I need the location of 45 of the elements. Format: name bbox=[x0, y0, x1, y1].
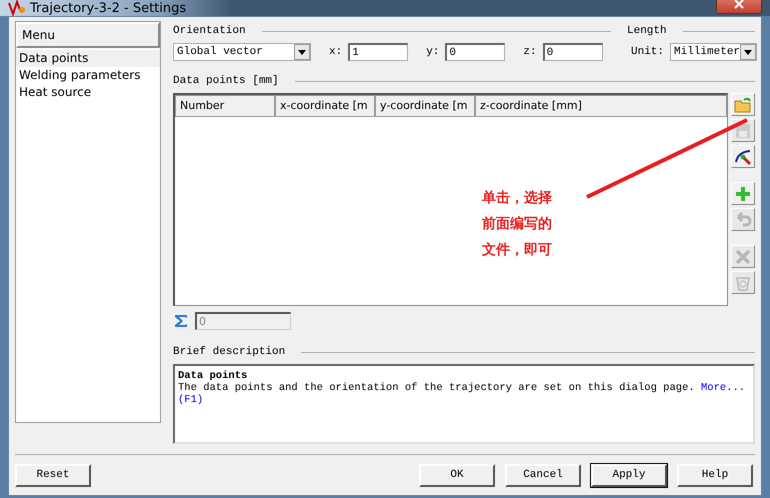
unit-dropdown[interactable]: Millimeter bbox=[670, 43, 758, 61]
delete-icon bbox=[734, 248, 752, 266]
dialog-button[interactable]: OK bbox=[419, 464, 495, 486]
coordinate-field[interactable]: 1 bbox=[348, 43, 408, 61]
group-heading: Length bbox=[627, 25, 667, 37]
coordinate-field[interactable]: 0 bbox=[542, 43, 603, 61]
close-icon bbox=[734, 0, 744, 9]
menu-heading: Menu bbox=[16, 22, 160, 48]
dialog-button[interactable]: Help bbox=[677, 464, 753, 486]
add-tool-button[interactable] bbox=[731, 182, 755, 205]
save-icon bbox=[734, 122, 752, 140]
undo-icon bbox=[734, 210, 752, 228]
help-key-link[interactable]: (F1) bbox=[178, 394, 204, 406]
group-heading: Data points [mm] bbox=[173, 75, 279, 87]
dialog-button[interactable]: Cancel bbox=[505, 464, 581, 486]
menu-item[interactable]: Welding parameters bbox=[16, 67, 160, 84]
reset-button[interactable]: Reset bbox=[15, 464, 91, 486]
more-link[interactable]: More... bbox=[701, 382, 746, 394]
add-icon bbox=[734, 184, 752, 202]
description-title: Data points bbox=[178, 370, 248, 382]
group-heading: Brief description bbox=[173, 346, 286, 358]
coordinate-field[interactable]: 0 bbox=[445, 43, 506, 61]
dialog-button[interactable]: Apply bbox=[591, 464, 667, 486]
menu-item[interactable]: Data points bbox=[16, 50, 160, 67]
field-label: y: bbox=[426, 46, 440, 58]
orientation-dropdown[interactable]: Global vector bbox=[173, 43, 311, 61]
field-label: x: bbox=[329, 46, 342, 58]
curve-icon bbox=[734, 148, 752, 166]
field-label: Unit: bbox=[631, 46, 664, 58]
open-tool-button[interactable] bbox=[731, 93, 755, 116]
sum-icon bbox=[173, 313, 189, 329]
window-title: Trajectory-3-2 - Settings bbox=[30, 0, 186, 16]
waveform-icon bbox=[8, 0, 26, 16]
close-button[interactable] bbox=[716, 0, 762, 14]
open-icon bbox=[734, 96, 752, 114]
menu-item[interactable]: Heat source bbox=[16, 84, 160, 101]
description-text: The data points and the orientation of the trajectory are set on this dialog page. More... (F1) bbox=[178, 382, 746, 406]
field-label: z: bbox=[523, 46, 537, 58]
column-header[interactable]: Number bbox=[175, 95, 275, 117]
curve-tool-button[interactable] bbox=[731, 145, 755, 168]
column-header[interactable]: x-coordinate [m bbox=[275, 95, 375, 117]
group-heading: Orientation bbox=[173, 25, 246, 37]
column-header[interactable]: y-coordinate [m bbox=[375, 95, 475, 117]
annotation-text: 单击，选择 前面编写的 文件，即可 bbox=[482, 189, 552, 260]
column-header[interactable]: z-coordinate [mm] bbox=[475, 95, 727, 117]
